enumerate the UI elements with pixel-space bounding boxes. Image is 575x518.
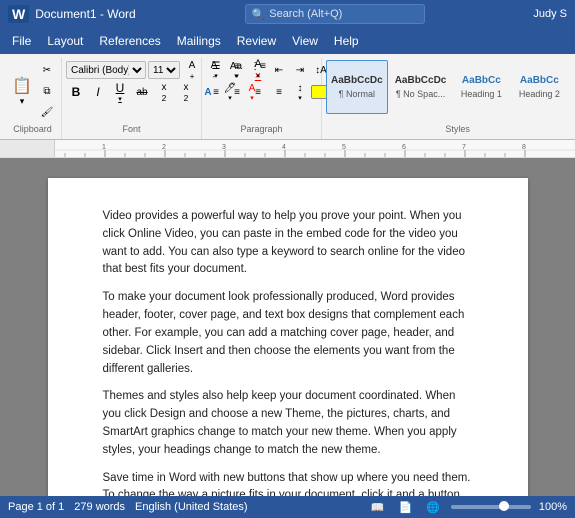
menu-view[interactable]: View — [284, 31, 326, 51]
svg-text:5: 5 — [342, 144, 346, 151]
web-view-button[interactable]: 🌐 — [423, 500, 443, 515]
style-h2-label: Heading 2 — [519, 89, 560, 99]
superscript-button[interactable]: x2 — [176, 82, 196, 102]
font-label: Font — [122, 122, 140, 137]
svg-text:8: 8 — [522, 144, 526, 151]
clipboard-label: Clipboard — [13, 122, 52, 137]
numbering-button[interactable]: ≡▾ — [227, 60, 247, 80]
menu-references[interactable]: References — [91, 31, 168, 51]
svg-text:2: 2 — [162, 144, 166, 151]
svg-text:1: 1 — [102, 144, 106, 151]
zoom-level: 100% — [539, 501, 567, 513]
ruler: 1 2 3 4 5 6 7 — [0, 140, 575, 158]
zoom-slider[interactable] — [451, 505, 531, 509]
increase-indent-button[interactable]: ⇥ — [290, 60, 310, 80]
styles-more-button[interactable]: ▾ — [569, 60, 575, 114]
clipboard-btns: 📋 ▾ ✂ ⧉ 🖌 — [8, 60, 57, 122]
style-heading1[interactable]: AaBbCc Heading 1 — [453, 60, 509, 114]
title-bar: W Document1 - Word 🔍 Search (Alt+Q) Judy… — [0, 0, 575, 28]
italic-button[interactable]: I — [88, 82, 108, 102]
bold-button[interactable]: B — [66, 82, 86, 102]
styles-label: Styles — [445, 122, 470, 137]
subscript-button[interactable]: x2 — [154, 82, 174, 102]
paragraph-2[interactable]: To make your document look professionall… — [103, 289, 473, 378]
underline-button[interactable]: U▾ — [110, 82, 130, 102]
styles-group: AaBbCcDc ¶ Normal AaBbCcDc ¶ No Spac... … — [322, 58, 575, 139]
menu-file[interactable]: File — [4, 31, 39, 51]
svg-text:7: 7 — [462, 144, 466, 151]
font-group: Calibri (Body) 11 A+ A- Aa▾ A× B I U▾ ab… — [62, 58, 202, 139]
font-family-select[interactable]: Calibri (Body) — [66, 61, 146, 79]
style-normal[interactable]: AaBbCcDc ¶ Normal — [326, 60, 388, 114]
style-h2-preview: AaBbCc — [520, 75, 559, 87]
status-bar: Page 1 of 1 279 words English (United St… — [0, 496, 575, 518]
ruler-main[interactable]: 1 2 3 4 5 6 7 — [55, 140, 575, 157]
user-label: Judy S — [533, 8, 567, 20]
ruler-margin-left — [0, 140, 55, 157]
svg-text:4: 4 — [282, 144, 286, 151]
font-size-select[interactable]: 11 — [148, 61, 180, 79]
menu-layout[interactable]: Layout — [39, 31, 91, 51]
style-no-space[interactable]: AaBbCcDc ¶ No Spac... — [390, 60, 452, 114]
print-view-button[interactable]: 📄 — [395, 500, 415, 515]
search-placeholder: Search (Alt+Q) — [269, 8, 342, 20]
style-normal-preview: AaBbCcDc — [331, 75, 383, 87]
language: English (United States) — [135, 501, 248, 513]
paste-button[interactable]: 📋 ▾ — [8, 72, 36, 110]
style-nospace-label: ¶ No Spac... — [396, 89, 445, 99]
word-count: 279 words — [74, 501, 125, 513]
svg-text:3: 3 — [222, 144, 226, 151]
paragraph-4[interactable]: Save time in Word with new buttons that … — [103, 470, 473, 496]
menu-review[interactable]: Review — [229, 31, 284, 51]
clipboard-col: ✂ ⧉ 🖌 — [37, 60, 57, 122]
style-h1-label: Heading 1 — [461, 89, 502, 99]
justify-button[interactable]: ≡ — [269, 82, 289, 102]
paragraph-group: ☰▾ ≡▾ ⋮≡▾ ⇤ ⇥ ↕A ¶ ≡ ≡ ≡ ≡ ↕▾ ⊞▾ — [202, 58, 322, 139]
zoom-thumb — [499, 501, 509, 511]
svg-text:6: 6 — [402, 144, 406, 151]
menu-bar: File Layout References Mailings Review V… — [0, 28, 575, 54]
style-h1-preview: AaBbCc — [462, 75, 501, 87]
search-icon: 🔍 — [252, 8, 266, 21]
read-view-button[interactable]: 📖 — [368, 500, 388, 515]
menu-mailings[interactable]: Mailings — [169, 31, 229, 51]
style-nospace-preview: AaBbCcDc — [395, 75, 447, 87]
style-normal-label: ¶ Normal — [339, 89, 375, 99]
align-left-button[interactable]: ≡ — [206, 82, 226, 102]
decrease-indent-button[interactable]: ⇤ — [269, 60, 289, 80]
title-bar-left: W Document1 - Word — [8, 5, 136, 23]
align-center-button[interactable]: ≡ — [227, 82, 247, 102]
document-page[interactable]: Video provides a powerful way to help yo… — [48, 178, 528, 496]
align-right-button[interactable]: ≡ — [248, 82, 268, 102]
bullets-button[interactable]: ☰▾ — [206, 60, 226, 80]
font-grow-button[interactable]: A+ — [182, 60, 202, 80]
title-bar-title: Document1 - Word — [35, 7, 135, 21]
document-area[interactable]: Video provides a powerful way to help yo… — [0, 158, 575, 496]
line-spacing-button[interactable]: ↕▾ — [290, 82, 310, 102]
ribbon: 📋 ▾ ✂ ⧉ 🖌 Clipboard Calibri (Body) — [0, 54, 575, 140]
paragraph-3[interactable]: Themes and styles also help keep your do… — [103, 388, 473, 459]
strikethrough-button[interactable]: ab — [132, 82, 152, 102]
page-info: Page 1 of 1 — [8, 501, 64, 513]
copy-button[interactable]: ⧉ — [37, 81, 57, 101]
cut-button[interactable]: ✂ — [37, 60, 57, 80]
paragraph-1[interactable]: Video provides a powerful way to help yo… — [103, 208, 473, 279]
style-heading2[interactable]: AaBbCc Heading 2 — [511, 60, 567, 114]
search-box[interactable]: 🔍 Search (Alt+Q) — [245, 4, 425, 24]
ribbon-top: 📋 ▾ ✂ ⧉ 🖌 Clipboard Calibri (Body) — [0, 54, 575, 139]
paragraph-label: Paragraph — [240, 122, 282, 137]
clipboard-group: 📋 ▾ ✂ ⧉ 🖌 Clipboard — [4, 58, 62, 139]
status-right: 📖 📄 🌐 100% — [368, 500, 567, 515]
word-app-icon: W — [8, 5, 29, 23]
menu-help[interactable]: Help — [326, 31, 367, 51]
format-painter-button[interactable]: 🖌 — [37, 102, 57, 122]
multilevel-button[interactable]: ⋮≡▾ — [248, 60, 268, 80]
